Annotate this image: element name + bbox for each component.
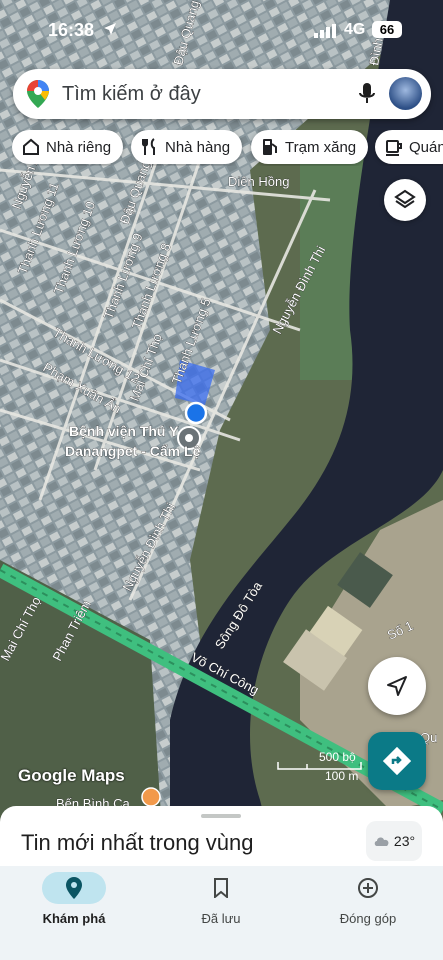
nav-label: Khám phá bbox=[42, 911, 106, 926]
nav-explore[interactable]: Khám phá bbox=[4, 872, 144, 942]
directions-button[interactable] bbox=[368, 732, 426, 790]
explore-pin-icon bbox=[66, 877, 82, 899]
temperature: 23° bbox=[393, 833, 416, 849]
weather-chip[interactable]: 23° bbox=[366, 821, 422, 861]
status-time: 16:38 bbox=[48, 20, 95, 40]
home-icon bbox=[23, 138, 39, 155]
street-label: Diên Hồng bbox=[228, 174, 289, 189]
layers-icon bbox=[394, 189, 416, 209]
signal-icon bbox=[314, 24, 336, 38]
chip-home[interactable]: Nhà riêng bbox=[12, 130, 124, 164]
sheet-drag-handle[interactable] bbox=[201, 814, 241, 818]
chip-label: Nhà hàng bbox=[165, 138, 231, 156]
search-bar[interactable]: Tìm kiếm ở đây bbox=[13, 69, 431, 119]
google-maps-attribution: Google Maps bbox=[18, 766, 125, 785]
coffee-icon bbox=[386, 140, 402, 156]
directions-icon bbox=[383, 747, 411, 775]
battery-indicator: 66 bbox=[372, 21, 402, 38]
nav-label: Đã lưu bbox=[201, 911, 241, 926]
google-maps-pin-icon bbox=[27, 80, 49, 108]
chip-label: Nhà riêng bbox=[46, 138, 112, 156]
avatar[interactable] bbox=[389, 77, 422, 110]
nav-saved[interactable]: Đã lưu bbox=[151, 872, 291, 942]
location-arrow-icon bbox=[104, 23, 116, 35]
sheet-title: Tin mới nhất trong vùng bbox=[21, 830, 254, 855]
nav-contribute[interactable]: Đóng góp bbox=[298, 872, 438, 942]
bottom-navigation: Khám phá Đã lưu Đóng góp bbox=[0, 866, 443, 960]
nav-label: Đóng góp bbox=[339, 911, 397, 926]
chip-label: Trạm xăng bbox=[285, 138, 357, 156]
chip-restaurants[interactable]: Nhà hàng bbox=[131, 130, 243, 164]
add-circle-icon bbox=[358, 878, 378, 898]
chip-label: Quán bbox=[409, 138, 443, 156]
search-input[interactable]: Tìm kiếm ở đây bbox=[62, 83, 201, 106]
scale-bottom-label: 100 m bbox=[325, 769, 359, 783]
category-chips: Nhà riêng Nhà hàng Trạm xăng Quán bbox=[12, 130, 443, 166]
navigation-arrow-icon bbox=[387, 676, 407, 696]
status-bar: 16:38 4G 66 bbox=[0, 0, 443, 60]
map-scale: 500 bộ 100 m bbox=[277, 748, 362, 784]
layers-button[interactable] bbox=[384, 179, 426, 221]
network-type: 4G bbox=[344, 21, 366, 38]
bookmark-icon bbox=[214, 878, 228, 898]
restaurant-marker bbox=[141, 787, 161, 807]
poi-label-line2: Danangpet - Cẩm Lệ bbox=[65, 443, 201, 459]
chip-gas-stations[interactable]: Trạm xăng bbox=[251, 130, 369, 164]
microphone-icon[interactable] bbox=[357, 82, 377, 106]
poi-label-line1: Bệnh viện Thú Y bbox=[69, 423, 179, 439]
current-location-dot bbox=[184, 401, 208, 425]
gas-station-icon bbox=[263, 139, 277, 155]
my-location-button[interactable] bbox=[368, 657, 426, 715]
restaurant-icon bbox=[142, 138, 155, 155]
chip-cafes[interactable]: Quán bbox=[375, 130, 443, 164]
cloud-icon bbox=[374, 837, 389, 846]
